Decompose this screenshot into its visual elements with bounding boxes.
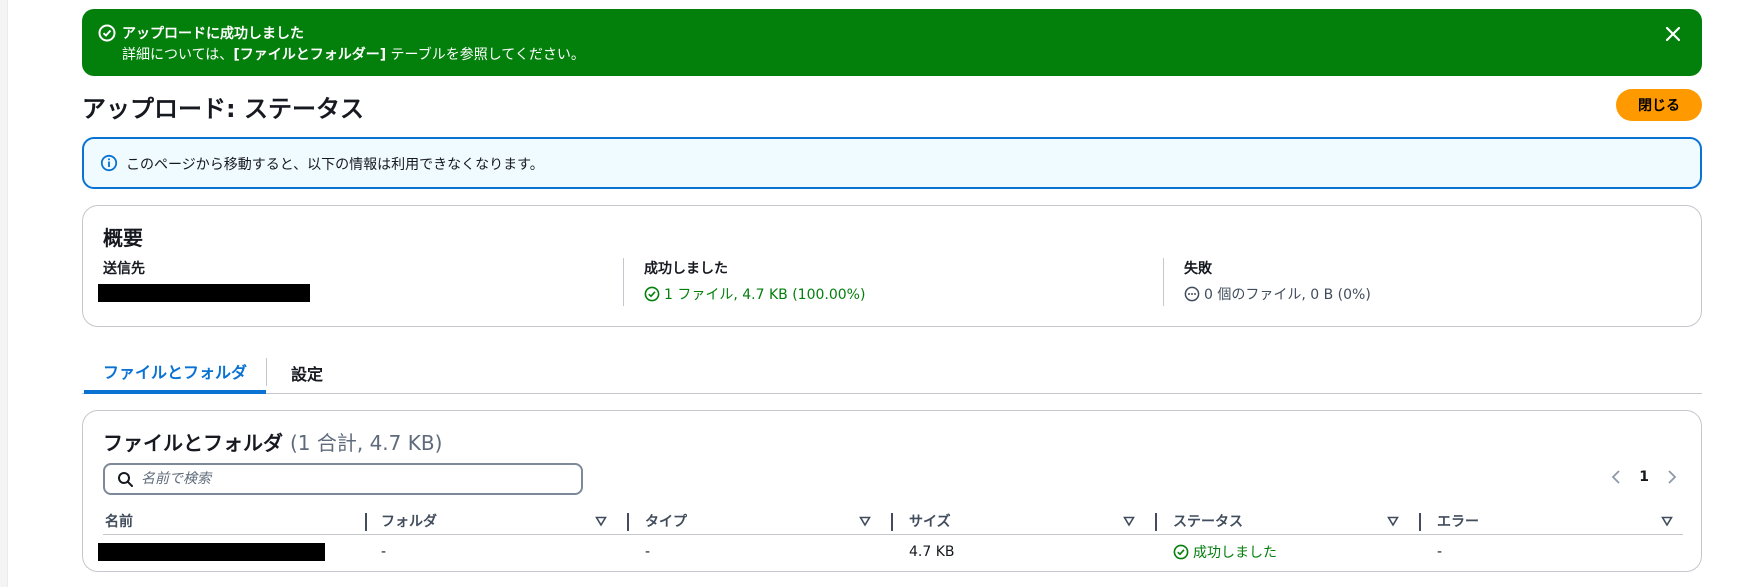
- pagination-page-number[interactable]: 1: [1639, 469, 1649, 485]
- cell-folder: -: [381, 544, 387, 560]
- pending-dots-circle-icon: [1184, 286, 1200, 302]
- files-and-folders-table: ファイルとフォルダ (1 合計, 4.7 KB) 1 名前 フォルダ タイプ サ…: [82, 410, 1702, 572]
- tab-settings[interactable]: 設定: [272, 352, 342, 394]
- files-table-title: ファイルとフォルダ (1 合計, 4.7 KB): [103, 427, 442, 456]
- tab-bar: ファイルとフォルダ 設定: [82, 352, 1702, 394]
- failed-label: 失敗: [1184, 261, 1212, 277]
- column-resizer[interactable]: [627, 513, 629, 531]
- destination-value: [98, 284, 623, 302]
- success-check-circle-icon: [98, 24, 116, 42]
- column-header-size-label: サイズ: [909, 514, 951, 530]
- cell-status: 成功しました: [1173, 535, 1277, 569]
- column-header-folder-label: フォルダ: [381, 514, 437, 530]
- flash-message-suffix: テーブルを参照してください。: [386, 47, 585, 63]
- flash-message-prefix: 詳細については、: [122, 47, 234, 63]
- summary-failed: 失敗 0 個のファイル, 0 B (0%): [1163, 258, 1683, 306]
- table-header: 名前 フォルダ タイプ サイズ ステータス エラー: [103, 507, 1683, 535]
- column-header-status[interactable]: ステータス: [1173, 507, 1409, 535]
- chevron-right-icon: [1668, 470, 1677, 484]
- table-row: - - 4.7 KB 成功しました -: [98, 535, 1683, 569]
- column-header-name[interactable]: 名前: [105, 507, 367, 535]
- sort-caret-down-icon: [1123, 516, 1135, 527]
- success-check-circle-icon: [1173, 544, 1189, 560]
- pagination-next[interactable]: [1663, 467, 1681, 487]
- succeeded-value: 1 ファイル, 4.7 KB (100.00%): [644, 284, 1163, 304]
- summary-succeeded: 成功しました 1 ファイル, 4.7 KB (100.00%): [623, 258, 1163, 306]
- chevron-left-icon: [1611, 470, 1620, 484]
- column-resizer[interactable]: [1155, 513, 1157, 531]
- info-alert-text: このページから移動すると、以下の情報は利用できなくなります。: [126, 157, 544, 173]
- page-title: アップロード: ステータス: [82, 95, 364, 123]
- flash-title: アップロードに成功しました: [122, 26, 304, 42]
- tab-files-and-folders[interactable]: ファイルとフォルダ: [84, 352, 266, 394]
- info-alert: このページから移動すると、以下の情報は利用できなくなります。: [82, 137, 1702, 189]
- left-navigation-rail: [0, 0, 8, 587]
- failed-value: 0 個のファイル, 0 B (0%): [1184, 284, 1683, 304]
- close-x-icon[interactable]: [1662, 23, 1684, 45]
- success-flash-banner: アップロードに成功しました 詳細については、[ファイルとフォルダー] テーブルを…: [82, 9, 1702, 76]
- succeeded-value-text: 1 ファイル, 4.7 KB (100.00%): [664, 287, 866, 303]
- pagination-previous[interactable]: [1607, 467, 1625, 487]
- cell-name: [98, 535, 338, 569]
- summary-destination: 送信先: [98, 258, 623, 306]
- sort-caret-down-icon: [859, 516, 871, 527]
- column-header-type-label: タイプ: [645, 514, 687, 530]
- column-header-type[interactable]: タイプ: [645, 507, 881, 535]
- column-header-folder[interactable]: フォルダ: [381, 507, 617, 535]
- flash-message: 詳細については、[ファイルとフォルダー] テーブルを参照してください。: [122, 44, 585, 64]
- sort-caret-down-icon: [595, 516, 607, 527]
- column-header-error[interactable]: エラー: [1437, 507, 1683, 535]
- column-resizer[interactable]: [1419, 513, 1421, 531]
- redacted-destination: [98, 284, 310, 302]
- column-resizer[interactable]: [365, 513, 367, 531]
- cell-error: -: [1437, 544, 1443, 560]
- search-icon: [118, 472, 133, 487]
- succeeded-label: 成功しました: [644, 261, 728, 277]
- success-check-circle-icon: [644, 286, 660, 302]
- sort-caret-down-icon: [1387, 516, 1399, 527]
- column-header-error-label: エラー: [1437, 514, 1479, 530]
- redacted-file-name: [98, 543, 325, 561]
- search-box: [103, 463, 583, 495]
- summary-container: 概要 送信先 成功しました 1 ファイル, 4.7 KB (100.00%) 失…: [82, 205, 1702, 327]
- files-table-count: (1 合計, 4.7 KB): [289, 431, 443, 455]
- flash-message-table-name: [ファイルとフォルダー]: [233, 47, 387, 63]
- info-circle-icon: [100, 154, 118, 172]
- column-header-name-label: 名前: [105, 514, 133, 530]
- tab-divider: [266, 358, 267, 386]
- summary-title: 概要: [103, 226, 143, 250]
- column-header-status-label: ステータス: [1173, 514, 1243, 530]
- column-resizer[interactable]: [891, 513, 893, 531]
- close-button[interactable]: 閉じる: [1616, 89, 1702, 121]
- search-input[interactable]: [105, 465, 581, 493]
- destination-label: 送信先: [103, 261, 145, 277]
- column-header-size[interactable]: サイズ: [909, 507, 1145, 535]
- cell-status-text: 成功しました: [1193, 545, 1277, 561]
- sort-caret-down-icon: [1661, 516, 1673, 527]
- pagination: 1: [1607, 467, 1681, 487]
- failed-value-text: 0 個のファイル, 0 B (0%): [1204, 287, 1371, 303]
- cell-size: 4.7 KB: [909, 544, 955, 560]
- cell-type: -: [645, 544, 651, 560]
- files-table-title-text: ファイルとフォルダ: [103, 431, 283, 455]
